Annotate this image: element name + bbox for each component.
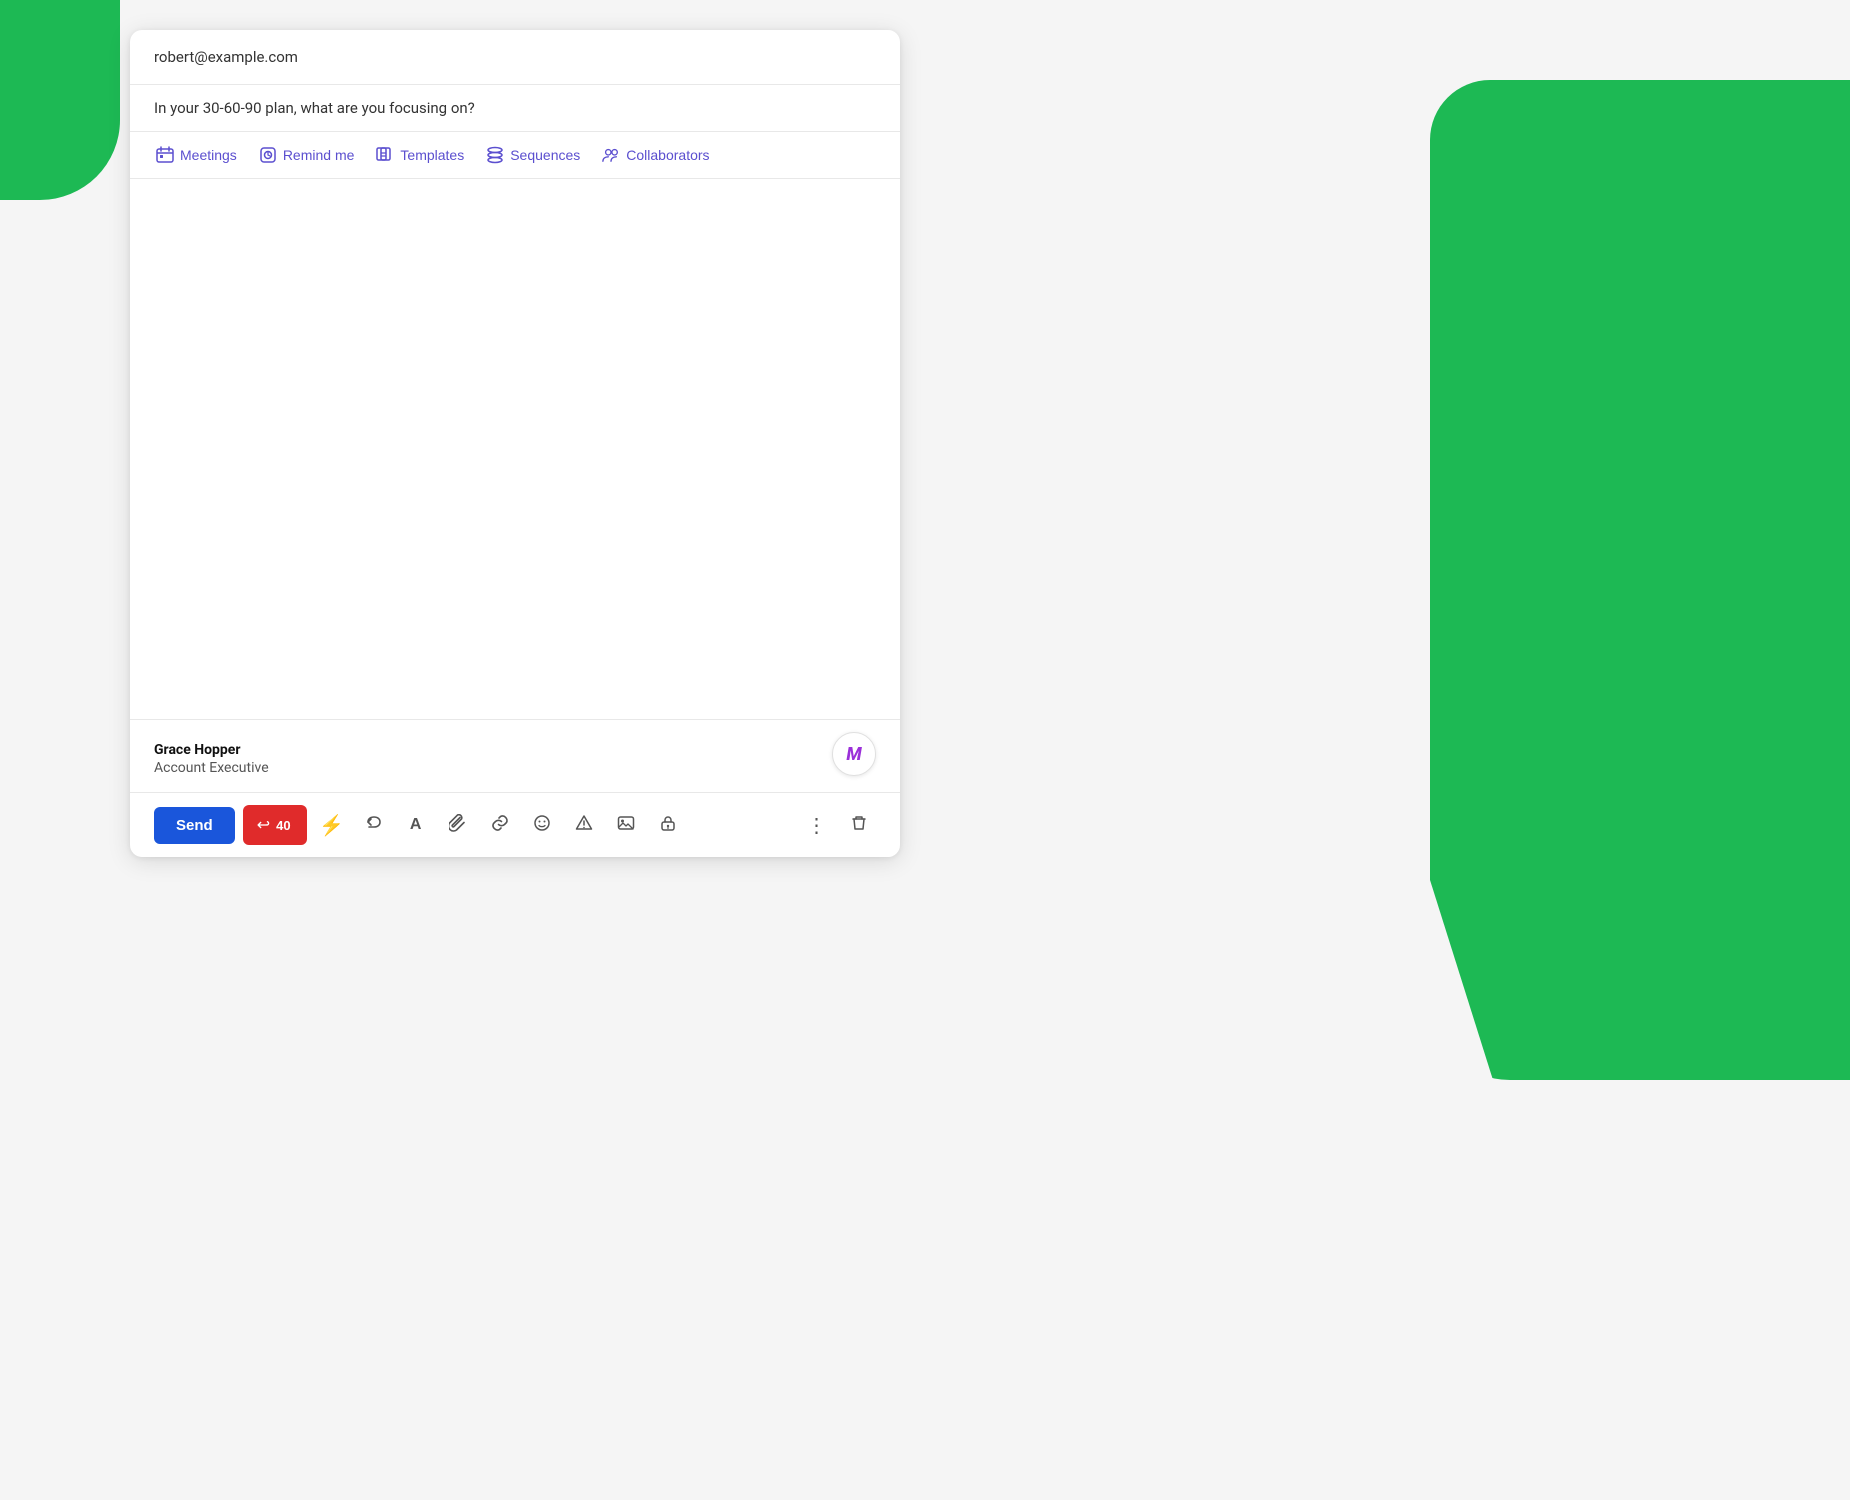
to-field-row[interactable]: robert@example.com (130, 30, 900, 85)
compose-body[interactable] (130, 179, 900, 719)
sequences-label: Sequences (510, 147, 580, 163)
compose-signature: Grace Hopper Account Executive M (130, 719, 900, 792)
remind-icon (259, 146, 277, 164)
tracking-button[interactable]: ⚡ (315, 808, 349, 842)
compose-toolbar: Meetings Remind me (130, 132, 900, 179)
decorative-shape-right (1430, 80, 1850, 1080)
bottom-toolbar: Send ↩ 40 ⚡ A (130, 792, 900, 857)
mixmax-avatar: M (832, 732, 876, 776)
signature-block: Grace Hopper Account Executive (154, 742, 269, 776)
signature-name: Grace Hopper (154, 742, 269, 758)
warning-icon (575, 814, 593, 837)
sequences-button[interactable]: Sequences (484, 142, 582, 168)
lightning-icon: ⚡ (319, 813, 344, 838)
signature-title: Account Executive (154, 760, 269, 776)
collaborators-label: Collaborators (626, 147, 709, 163)
templates-button[interactable]: Templates (374, 142, 466, 168)
font-icon: A (410, 816, 422, 834)
security-button[interactable] (651, 808, 685, 842)
attach-button[interactable] (441, 808, 475, 842)
decorative-shape-topleft (0, 0, 120, 200)
warning-button[interactable] (567, 808, 601, 842)
send-button[interactable]: Send (154, 807, 235, 844)
more-options-button[interactable]: ⋮ (800, 808, 834, 842)
collaborators-icon (602, 146, 620, 164)
templates-icon (376, 146, 394, 164)
meetings-label: Meetings (180, 147, 237, 163)
templates-label: Templates (400, 147, 464, 163)
tracking-options-button[interactable]: ↩ 40 (243, 805, 307, 845)
remind-me-button[interactable]: Remind me (257, 142, 357, 168)
collaborators-button[interactable]: Collaborators (600, 142, 711, 168)
tracking-arrow-icon: ↩ (257, 815, 270, 835)
emoji-button[interactable] (525, 808, 559, 842)
remind-me-label: Remind me (283, 147, 355, 163)
link-button[interactable] (483, 808, 517, 842)
tracking-count-icon: 40 (276, 818, 290, 833)
sequences-icon (486, 146, 504, 164)
mixmax-logo: M (846, 744, 861, 765)
subject-field-row[interactable]: In your 30-60-90 plan, what are you focu… (130, 85, 900, 132)
lock-icon (659, 814, 677, 837)
font-button[interactable]: A (399, 808, 433, 842)
subject-text: In your 30-60-90 plan, what are you focu… (154, 99, 475, 117)
image-button[interactable] (609, 808, 643, 842)
attach-icon (449, 814, 467, 837)
meetings-button[interactable]: Meetings (154, 142, 239, 168)
more-icon: ⋮ (807, 813, 828, 838)
undo-icon (365, 814, 383, 837)
delete-button[interactable] (842, 808, 876, 842)
to-address: robert@example.com (154, 48, 298, 66)
emoji-icon (533, 814, 551, 837)
calendar-icon (156, 146, 174, 164)
compose-card: robert@example.com In your 30-60-90 plan… (130, 30, 900, 857)
link-icon (491, 814, 509, 837)
image-icon (617, 814, 635, 837)
trash-icon (850, 814, 868, 837)
undo-button[interactable] (357, 808, 391, 842)
